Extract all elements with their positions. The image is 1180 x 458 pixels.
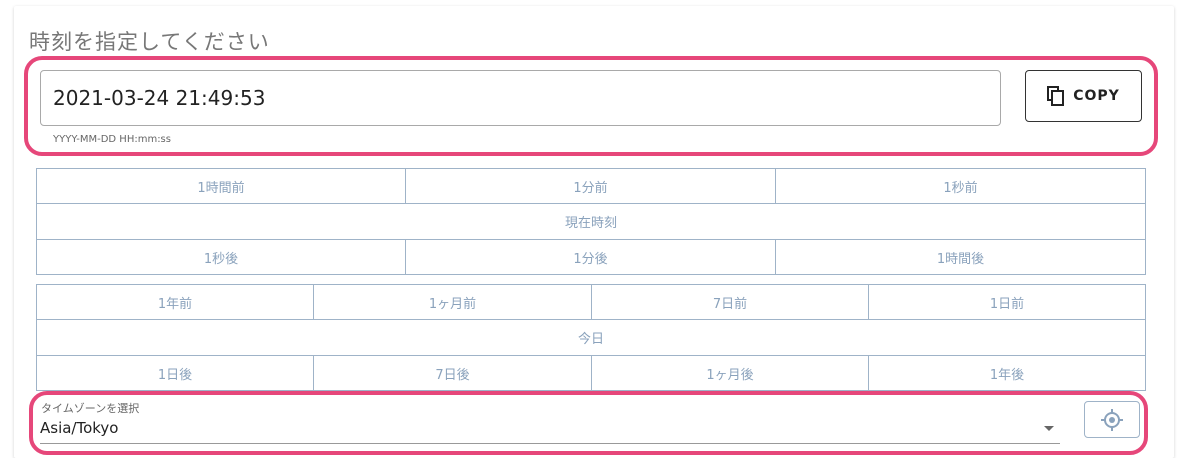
datetime-input[interactable]: 2021-03-24 21:49:53 xyxy=(40,70,1001,126)
plus-1-month-button[interactable]: 1ヶ月後 xyxy=(591,355,869,391)
plus-1-day-button[interactable]: 1日後 xyxy=(36,355,314,391)
detect-timezone-button[interactable] xyxy=(1084,401,1140,438)
today-button[interactable]: 今日 xyxy=(36,319,1146,356)
page-title: 時刻を指定してください xyxy=(29,30,270,54)
copy-button[interactable]: COPY xyxy=(1025,70,1142,122)
plus-1-minute-button[interactable]: 1分後 xyxy=(405,239,776,275)
minus-1-month-button[interactable]: 1ヶ月前 xyxy=(313,284,592,320)
plus-1-year-button[interactable]: 1年後 xyxy=(868,355,1146,391)
dropdown-arrow-icon xyxy=(1044,426,1054,431)
minus-1-hour-button[interactable]: 1時間前 xyxy=(36,168,406,204)
copy-icon xyxy=(1047,86,1065,106)
datetime-format-hint: YYYY-MM-DD HH:mm:ss xyxy=(53,134,171,145)
timezone-value: Asia/Tokyo xyxy=(40,419,119,437)
plus-1-hour-button[interactable]: 1時間後 xyxy=(775,239,1146,275)
minus-1-day-button[interactable]: 1日前 xyxy=(868,284,1146,320)
timezone-select[interactable]: Asia/Tokyo xyxy=(40,416,1060,444)
copy-button-label: COPY xyxy=(1073,88,1120,104)
plus-1-second-button[interactable]: 1秒後 xyxy=(36,239,406,275)
now-button[interactable]: 現在時刻 xyxy=(36,203,1146,240)
minus-7-days-button[interactable]: 7日前 xyxy=(591,284,869,320)
minus-1-second-button[interactable]: 1秒前 xyxy=(775,168,1146,204)
crosshair-icon xyxy=(1101,408,1123,431)
timezone-label: タイムゾーンを選択 xyxy=(41,402,140,415)
plus-7-days-button[interactable]: 7日後 xyxy=(313,355,592,391)
minus-1-minute-button[interactable]: 1分前 xyxy=(405,168,776,204)
minus-1-year-button[interactable]: 1年前 xyxy=(36,284,314,320)
